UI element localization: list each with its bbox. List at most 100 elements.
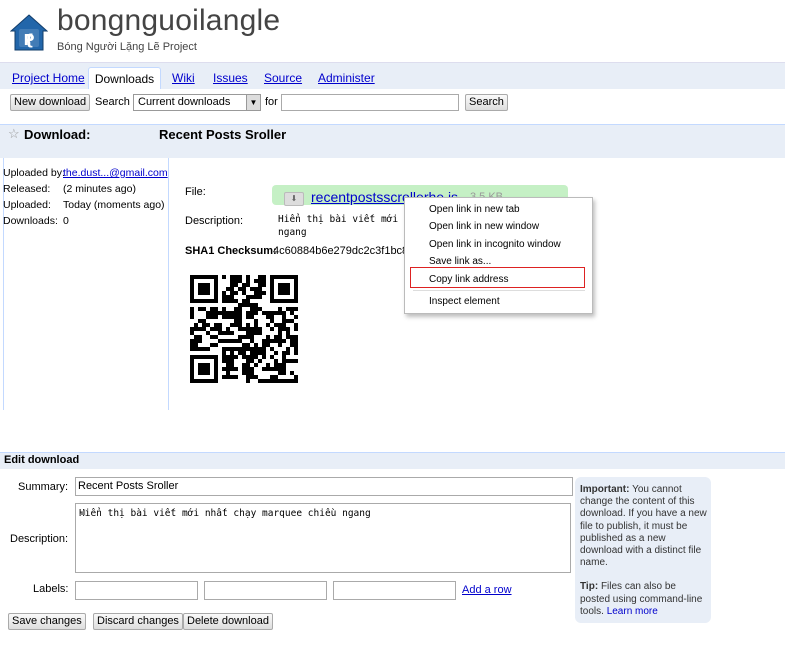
- summary-input[interactable]: Recent Posts Sroller: [75, 477, 573, 496]
- qr-module: [190, 307, 194, 311]
- tab-downloads[interactable]: Downloads: [88, 67, 161, 90]
- released-label: Released:: [3, 183, 51, 195]
- qr-module: [230, 339, 234, 343]
- search-label: Search: [95, 96, 130, 108]
- qr-module: [230, 299, 234, 303]
- project-name[interactable]: bongnguoilangle: [57, 4, 280, 38]
- tip-note: Tip: Files can also be posted using comm…: [580, 581, 708, 618]
- qr-module: [282, 379, 286, 383]
- qr-module: [294, 339, 298, 343]
- qr-module: [210, 315, 214, 319]
- qr-module: [194, 327, 198, 331]
- qr-module: [266, 343, 270, 347]
- delete-download-button[interactable]: Delete download: [183, 613, 273, 630]
- qr-module: [238, 315, 242, 319]
- menu-item-open-incognito[interactable]: Open link in incognito window: [429, 239, 561, 250]
- search-button[interactable]: Search: [465, 94, 508, 111]
- qr-module: [206, 347, 210, 351]
- menu-item-open-new-window[interactable]: Open link in new window: [429, 221, 539, 232]
- qr-module: [254, 295, 258, 299]
- label-input-1[interactable]: [75, 581, 198, 600]
- qr-module: [270, 355, 274, 359]
- uploader-link[interactable]: the.dust...@gmail.com: [63, 167, 168, 179]
- qr-module: [202, 347, 206, 351]
- qr-module: [278, 323, 282, 327]
- learn-more-link[interactable]: Learn more: [607, 606, 658, 617]
- menu-item-save-link[interactable]: Save link as...: [429, 256, 491, 267]
- scope-select[interactable]: Current downloads ▼: [133, 94, 261, 111]
- qr-module: [262, 291, 266, 295]
- qr-module: [222, 339, 226, 343]
- qr-module: [238, 327, 242, 331]
- qr-module: [242, 343, 246, 347]
- qr-module: [270, 367, 274, 371]
- qr-module: [222, 331, 226, 335]
- tab-administer[interactable]: Administer: [318, 71, 375, 85]
- tab-wiki[interactable]: Wiki: [172, 71, 195, 85]
- qr-module: [282, 315, 286, 319]
- new-download-button[interactable]: New download: [10, 94, 91, 111]
- qr-module: [262, 343, 266, 347]
- discard-changes-button[interactable]: Discard changes: [93, 613, 183, 630]
- qr-module: [214, 343, 218, 347]
- label-input-3[interactable]: [333, 581, 456, 600]
- qr-module: [238, 339, 242, 343]
- file-label: File:: [185, 186, 206, 198]
- qr-module: [242, 347, 246, 351]
- qr-module: [290, 343, 294, 347]
- qr-module: [218, 327, 222, 331]
- project-logo[interactable]: { P: [9, 14, 49, 52]
- qr-module: [294, 347, 298, 351]
- qr-module: [290, 339, 294, 343]
- tab-source[interactable]: Source: [264, 71, 302, 85]
- qr-module: [238, 323, 242, 327]
- label-input-2[interactable]: [204, 581, 327, 600]
- qr-module: [190, 311, 194, 315]
- save-changes-button[interactable]: Save changes: [8, 613, 86, 630]
- qr-module: [282, 355, 286, 359]
- qr-module: [262, 339, 266, 343]
- tab-issues[interactable]: Issues: [213, 71, 248, 85]
- qr-module: [242, 283, 246, 287]
- for-label: for: [265, 96, 278, 108]
- download-arrow-icon[interactable]: ⬇: [284, 192, 304, 206]
- qr-module: [270, 379, 274, 383]
- qr-module: [206, 331, 210, 335]
- qr-module: [258, 275, 262, 279]
- menu-item-copy-link-address[interactable]: Copy link address: [429, 274, 508, 285]
- qr-module: [286, 307, 290, 311]
- resize-grip-icon[interactable]: ◢: [79, 508, 87, 516]
- qr-module: [190, 343, 194, 347]
- menu-item-inspect-element[interactable]: Inspect element: [429, 296, 500, 307]
- downloads-label: Downloads:: [3, 215, 58, 227]
- qr-module: [246, 343, 250, 347]
- qr-module: [242, 351, 246, 355]
- qr-module: [286, 335, 290, 339]
- qr-module: [258, 279, 262, 283]
- add-row-link[interactable]: Add a row: [462, 584, 512, 596]
- qr-module: [274, 363, 278, 367]
- qr-module: [250, 355, 254, 359]
- qr-module: [262, 379, 266, 383]
- qr-module: [226, 359, 230, 363]
- qr-module: [238, 319, 242, 323]
- qr-module: [262, 367, 266, 371]
- qr-module: [270, 311, 274, 315]
- qr-module: [290, 311, 294, 315]
- menu-item-open-new-tab[interactable]: Open link in new tab: [429, 204, 520, 215]
- description-textarea[interactable]: Hiển thị bài viết mới nhất chạy marquee …: [75, 503, 571, 573]
- sha1-label: SHA1 Checksum:: [185, 245, 277, 257]
- important-text: You cannot change the content of this do…: [580, 484, 707, 569]
- qr-module: [226, 295, 230, 299]
- qr-module: [278, 343, 282, 347]
- qr-module: [282, 339, 286, 343]
- search-input[interactable]: [281, 94, 459, 111]
- qr-module: [274, 359, 278, 363]
- qr-module: [278, 331, 282, 335]
- qr-module: [238, 335, 242, 339]
- qr-module: [226, 367, 230, 371]
- qr-module: [254, 347, 258, 351]
- star-icon[interactable]: ☆: [8, 126, 20, 142]
- tab-project-home[interactable]: Project Home: [12, 71, 85, 85]
- qr-module: [242, 291, 246, 295]
